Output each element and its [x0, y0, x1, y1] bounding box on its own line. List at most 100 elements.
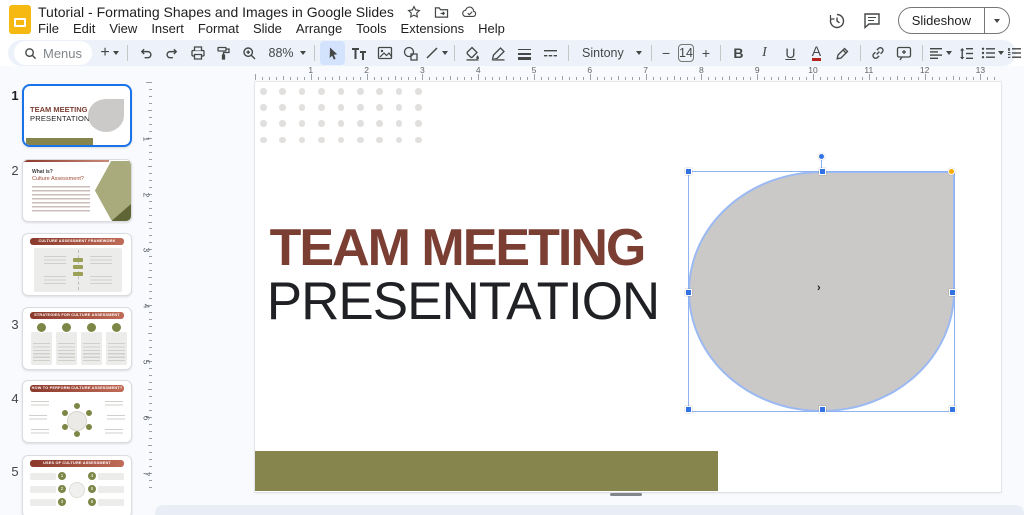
- speaker-notes-panel-edge[interactable]: [155, 505, 1024, 515]
- zoom-value: 88%: [268, 46, 294, 60]
- redo-button[interactable]: [159, 41, 184, 65]
- border-weight-button[interactable]: [512, 41, 537, 65]
- toolbar-separator: [127, 45, 129, 61]
- slide-canvas[interactable]: TEAM MEETING PRESENTATION ›: [255, 82, 1001, 492]
- line-icon: [426, 47, 438, 59]
- chevron-down-icon: [945, 51, 952, 55]
- menu-bar: File Edit View Insert Format Slide Arrange Tool…: [31, 20, 512, 37]
- text-cursor-glyph: ›: [817, 282, 821, 294]
- app-bar: Tutorial - Formating Shapes and Images i…: [0, 0, 1024, 40]
- bold-icon: B: [733, 45, 744, 61]
- bullet-list-button[interactable]: [980, 41, 1005, 65]
- highlight-button[interactable]: [830, 41, 855, 65]
- menu-item-tools[interactable]: Tools: [349, 20, 393, 37]
- thumb1-subtitle: PRESENTATION: [30, 114, 90, 123]
- image-icon: [377, 46, 392, 60]
- speaker-notes-resize-handle[interactable]: [610, 493, 642, 496]
- chevron-down-icon: [442, 51, 449, 55]
- thumb2-accent-line: [23, 160, 110, 162]
- menu-item-help[interactable]: Help: [471, 20, 512, 37]
- align-button[interactable]: [928, 41, 953, 65]
- increase-font-button[interactable]: +: [697, 41, 715, 65]
- cursor-icon: [329, 47, 337, 60]
- menu-item-edit[interactable]: Edit: [66, 20, 102, 37]
- teardrop-shape[interactable]: [688, 171, 955, 412]
- menus-search[interactable]: Menus: [14, 41, 93, 65]
- thumb2-subheading: Culture Assessment?: [32, 176, 84, 182]
- zoom-icon: [243, 46, 256, 59]
- slides-logo[interactable]: [9, 5, 31, 34]
- slide-thumbnail-3[interactable]: CULTURE ASSESSMENT FRAMEWORK: [22, 233, 132, 296]
- textbox-tool-button[interactable]: [346, 41, 371, 65]
- underline-button[interactable]: U: [778, 41, 803, 65]
- shape-tool-button[interactable]: [398, 41, 423, 65]
- numbered-list-icon: [1007, 48, 1021, 58]
- slide-thumbnail-1[interactable]: TEAM MEETING PRESENTATION: [22, 84, 132, 147]
- undo-button[interactable]: [133, 41, 158, 65]
- slide-thumbnail-4[interactable]: STRATEGIES FOR CULTURE ASSESSMENT: [22, 307, 132, 370]
- slide-title-line2[interactable]: PRESENTATION: [255, 271, 671, 332]
- thumb6-center-icon: [69, 482, 85, 498]
- line-spacing-button[interactable]: [954, 41, 979, 65]
- menu-item-insert[interactable]: Insert: [144, 20, 191, 37]
- menu-item-view[interactable]: View: [102, 20, 144, 37]
- comments-icon[interactable]: [863, 12, 881, 29]
- document-title[interactable]: Tutorial - Formating Shapes and Images i…: [38, 4, 394, 20]
- thumb4-banner: STRATEGIES FOR CULTURE ASSESSMENT: [30, 312, 124, 319]
- border-color-button[interactable]: [486, 41, 511, 65]
- star-icon[interactable]: [407, 5, 421, 19]
- line-tool-button[interactable]: [424, 41, 449, 65]
- horizontal-ruler[interactable]: 1 2 3 4 5 6 7 8 9 10 11 12 13: [255, 65, 1001, 81]
- chevron-down-icon: [112, 51, 119, 55]
- menu-item-file[interactable]: File: [31, 20, 66, 37]
- slides-logo-inner: [14, 18, 26, 27]
- vertical-ruler[interactable]: 1234567: [141, 82, 153, 492]
- font-family-select[interactable]: Sintony: [574, 41, 646, 65]
- decrease-font-button[interactable]: −: [657, 41, 675, 65]
- chevron-down-icon: [997, 51, 1004, 55]
- slideshow-button[interactable]: Slideshow: [897, 7, 1010, 34]
- thumb2-heading: What is?: [32, 169, 53, 175]
- slide-thumbnail-6[interactable]: USES OF CULTURE ASSESSMENT 142536: [22, 455, 132, 515]
- align-icon: [929, 48, 942, 59]
- slide-filmstrip[interactable]: 1 TEAM MEETING PRESENTATION 2 What is? C…: [0, 80, 142, 515]
- numbered-list-button[interactable]: [1006, 41, 1024, 65]
- move-folder-icon[interactable]: [434, 6, 449, 19]
- thumb3-banner: CULTURE ASSESSMENT FRAMEWORK: [30, 238, 124, 245]
- menu-item-slide[interactable]: Slide: [246, 20, 289, 37]
- rotation-handle[interactable]: [818, 153, 825, 160]
- olive-bar-shape[interactable]: [255, 451, 718, 491]
- slideshow-dropdown[interactable]: [985, 8, 1009, 33]
- bold-button[interactable]: B: [726, 41, 751, 65]
- fill-color-icon: [466, 46, 480, 61]
- history-icon[interactable]: [828, 12, 846, 30]
- fill-color-button[interactable]: [460, 41, 485, 65]
- menu-item-extensions[interactable]: Extensions: [394, 20, 472, 37]
- slide-thumbnail-5[interactable]: HOW TO PERFORM CULTURE ASSESSMENT?: [22, 380, 132, 443]
- zoom-tool-button[interactable]: [237, 41, 262, 65]
- insert-plus-button[interactable]: +: [97, 41, 122, 65]
- toolbar-separator: [568, 45, 570, 61]
- resize-handle-top-left[interactable]: [685, 168, 692, 175]
- slide-thumbnail-2[interactable]: What is? Culture Assessment?: [22, 159, 132, 222]
- chevron-down-icon: [994, 18, 1000, 23]
- insert-link-button[interactable]: [866, 41, 891, 65]
- slide-title-line1[interactable]: TEAM MEETING: [255, 218, 659, 278]
- menu-item-format[interactable]: Format: [191, 20, 246, 37]
- text-color-button[interactable]: A: [804, 41, 829, 65]
- chevron-down-icon: [300, 51, 307, 55]
- cloud-saved-icon[interactable]: [462, 6, 478, 18]
- chevron-down-icon: [636, 51, 643, 55]
- select-tool-button[interactable]: [320, 41, 346, 65]
- add-comment-button[interactable]: [892, 41, 917, 65]
- print-button[interactable]: [185, 41, 210, 65]
- menu-item-arrange[interactable]: Arrange: [289, 20, 349, 37]
- zoom-select[interactable]: 88%: [263, 41, 309, 65]
- paint-format-button[interactable]: [211, 41, 236, 65]
- border-dash-button[interactable]: [538, 41, 563, 65]
- font-size-input[interactable]: 14: [678, 44, 694, 62]
- image-tool-button[interactable]: [372, 41, 397, 65]
- resize-handle-bottom-right[interactable]: [949, 406, 956, 413]
- italic-button[interactable]: I: [752, 41, 777, 65]
- resize-handle-bottom-left[interactable]: [685, 406, 692, 413]
